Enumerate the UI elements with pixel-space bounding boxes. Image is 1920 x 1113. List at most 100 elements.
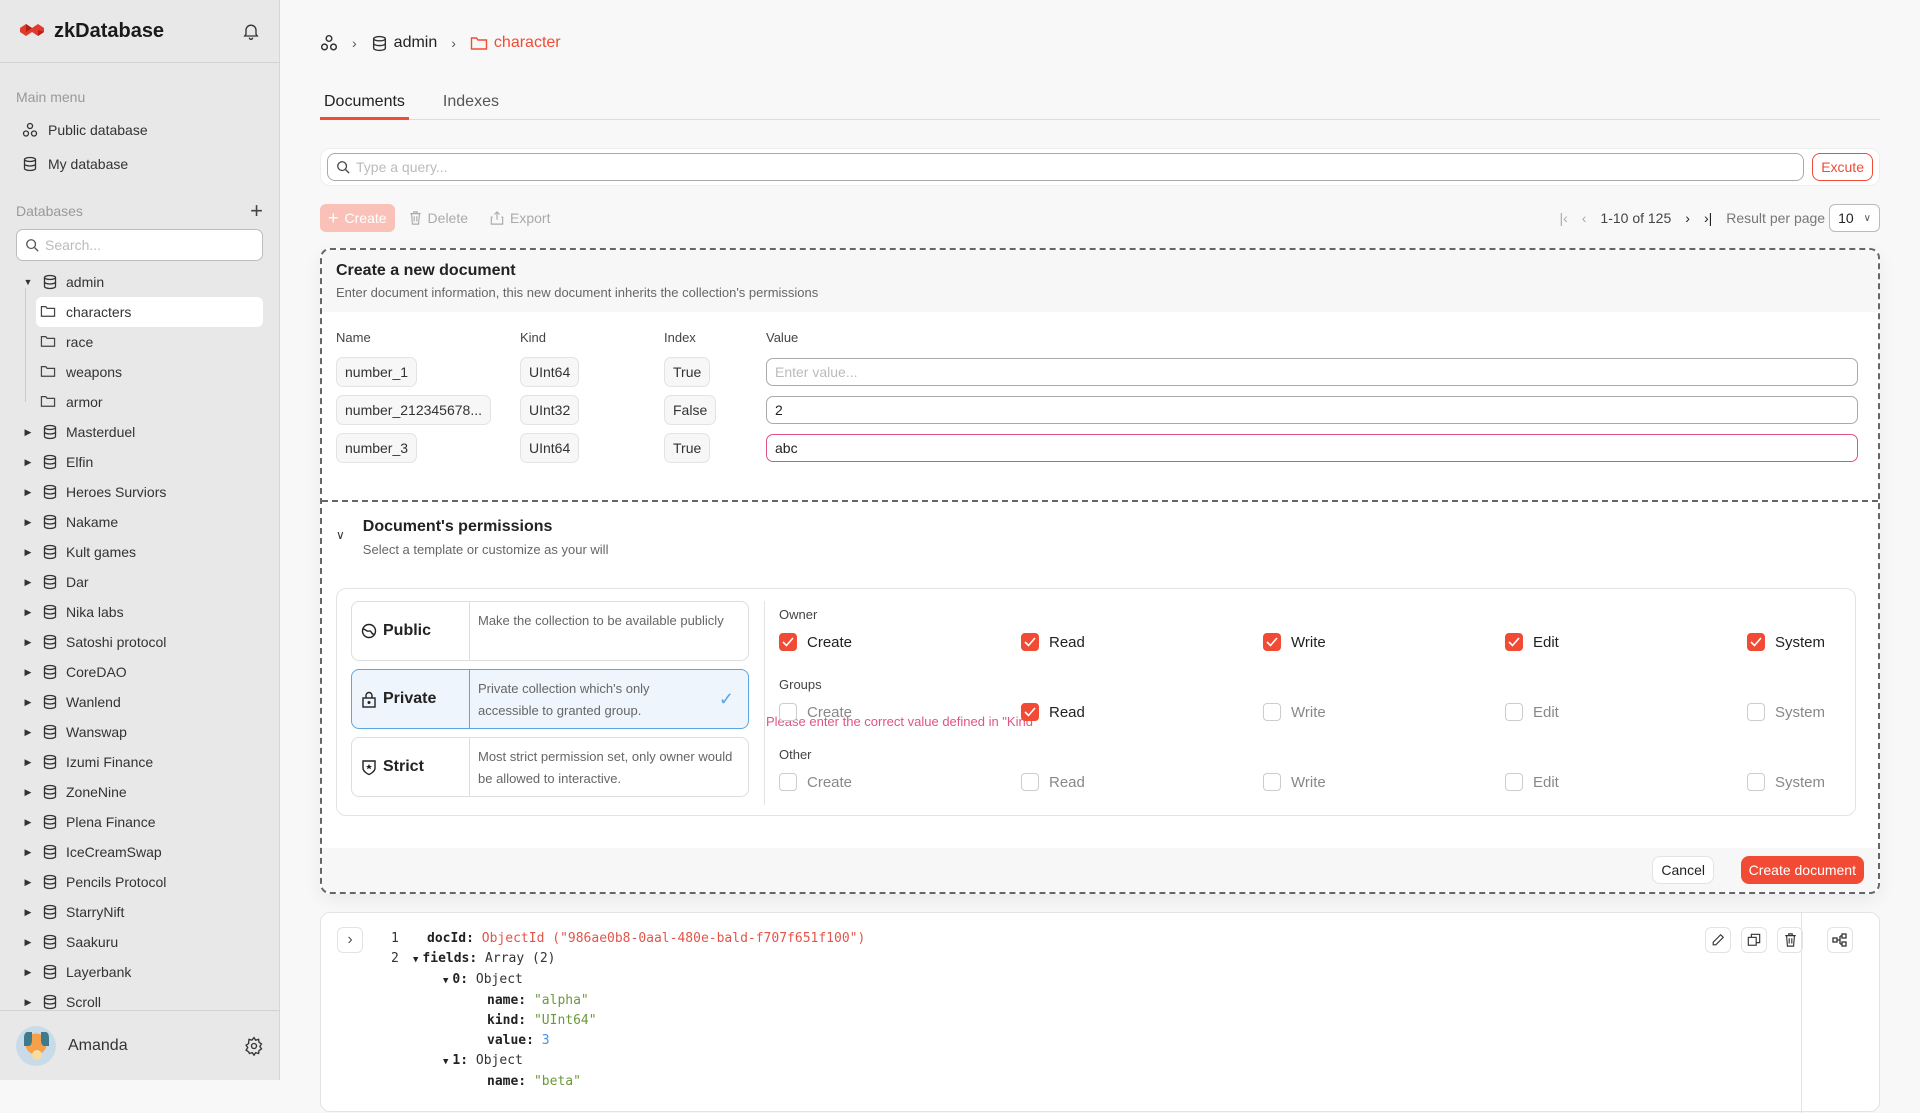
caret-right-icon[interactable]: ▶: [18, 727, 38, 738]
tab-indexes[interactable]: Indexes: [439, 88, 503, 120]
expand-document-button[interactable]: ›: [337, 927, 363, 953]
permission-checkbox[interactable]: Create: [779, 633, 852, 651]
last-page-icon[interactable]: ›|: [1704, 210, 1712, 226]
caret-right-icon[interactable]: ▶: [18, 637, 38, 648]
field-value-input[interactable]: abc: [766, 434, 1858, 462]
checkbox[interactable]: [779, 633, 797, 651]
permission-checkbox[interactable]: Create: [779, 703, 852, 721]
tree-database-item[interactable]: ▶ Nakame: [0, 507, 279, 537]
checkbox[interactable]: [1021, 773, 1039, 791]
template-option-strict[interactable]: Strict Most strict permission set, only o…: [351, 737, 749, 797]
field-value-input[interactable]: Enter value...: [766, 358, 1858, 386]
caret-right-icon[interactable]: ▶: [18, 997, 38, 1008]
tree-collection-item[interactable]: armor: [36, 387, 279, 417]
tree-database-item[interactable]: ▶ Satoshi protocol: [0, 627, 279, 657]
caret-down-icon[interactable]: ▼: [443, 976, 448, 986]
permission-checkbox[interactable]: System: [1747, 633, 1825, 651]
checkbox[interactable]: [1021, 703, 1039, 721]
caret-down-icon[interactable]: ▼: [413, 955, 418, 965]
caret-right-icon[interactable]: ▶: [18, 967, 38, 978]
menu-item-my-database[interactable]: My database: [0, 147, 279, 181]
checkbox[interactable]: [1505, 703, 1523, 721]
checkbox[interactable]: [1263, 773, 1281, 791]
tree-database-item[interactable]: ▶ IceCreamSwap: [0, 837, 279, 867]
permission-checkbox[interactable]: Read: [1021, 633, 1085, 651]
bell-icon[interactable]: [241, 21, 261, 41]
tab-documents[interactable]: Documents: [320, 88, 409, 120]
breadcrumb-home[interactable]: [320, 34, 338, 52]
caret-right-icon[interactable]: ▶: [18, 907, 38, 918]
tree-view-button[interactable]: [1827, 927, 1853, 953]
prev-page-icon[interactable]: ‹: [1582, 210, 1587, 226]
checkbox[interactable]: [1263, 633, 1281, 651]
tree-database-item[interactable]: ▶ Masterduel: [0, 417, 279, 447]
database-search-input[interactable]: Search...: [16, 229, 263, 261]
caret-right-icon[interactable]: ▶: [18, 607, 38, 618]
settings-gear-icon[interactable]: [244, 1036, 264, 1056]
tree-database-item[interactable]: ▶ Layerbank: [0, 957, 279, 987]
breadcrumb-collection[interactable]: character: [470, 34, 561, 52]
tree-database-item[interactable]: ▼ admin: [0, 267, 279, 297]
tree-database-item[interactable]: ▶ Wanswap: [0, 717, 279, 747]
checkbox[interactable]: [779, 703, 797, 721]
next-page-icon[interactable]: ›: [1685, 210, 1690, 226]
template-option-private[interactable]: Private Private collection which's only a…: [351, 669, 749, 729]
delete-document-button[interactable]: [1777, 927, 1803, 953]
breadcrumb-database[interactable]: admin: [371, 34, 437, 52]
checkbox[interactable]: [779, 773, 797, 791]
tree-collection-item[interactable]: weapons: [36, 357, 279, 387]
per-page-select[interactable]: 10 ∨: [1829, 204, 1880, 232]
tree-database-item[interactable]: ▶ Nika labs: [0, 597, 279, 627]
tree-database-item[interactable]: ▶ Plena Finance: [0, 807, 279, 837]
caret-right-icon[interactable]: ▶: [18, 757, 38, 768]
tree-database-item[interactable]: ▶ Elfin: [0, 447, 279, 477]
logo[interactable]: zkDatabase: [18, 20, 164, 43]
create-document-button[interactable]: Create document: [1740, 856, 1864, 884]
caret-right-icon[interactable]: ▶: [18, 487, 38, 498]
query-input[interactable]: Type a query...: [327, 153, 1805, 181]
tree-database-item[interactable]: ▶ Pencils Protocol: [0, 867, 279, 897]
permission-checkbox[interactable]: System: [1747, 773, 1825, 791]
checkbox[interactable]: [1505, 773, 1523, 791]
caret-right-icon[interactable]: ▶: [18, 427, 38, 438]
tree-collection-item[interactable]: characters: [36, 297, 263, 327]
tree-database-item[interactable]: ▶ StarryNift: [0, 897, 279, 927]
duplicate-button[interactable]: [1741, 927, 1767, 953]
checkbox[interactable]: [1747, 703, 1765, 721]
create-button[interactable]: + Create: [320, 204, 395, 232]
checkbox[interactable]: [1747, 633, 1765, 651]
caret-right-icon[interactable]: ▶: [18, 817, 38, 828]
execute-button[interactable]: Excute: [1812, 153, 1873, 181]
cancel-button[interactable]: Cancel: [1652, 856, 1714, 884]
add-database-icon[interactable]: +: [250, 200, 263, 222]
checkbox[interactable]: [1263, 703, 1281, 721]
permission-checkbox[interactable]: Create: [779, 773, 852, 791]
permissions-header[interactable]: ∨ Document's permissions Select a templa…: [336, 518, 608, 557]
caret-right-icon[interactable]: ▶: [18, 667, 38, 678]
tree-database-item[interactable]: ▶ Dar: [0, 567, 279, 597]
template-option-public[interactable]: Public Make the collection to be availabl…: [351, 601, 749, 661]
permission-checkbox[interactable]: Read: [1021, 703, 1085, 721]
caret-right-icon[interactable]: ▶: [18, 877, 38, 888]
permission-checkbox[interactable]: Edit: [1505, 773, 1559, 791]
permission-checkbox[interactable]: System: [1747, 703, 1825, 721]
tree-database-item[interactable]: ▶ Heroes Surviors: [0, 477, 279, 507]
checkbox[interactable]: [1747, 773, 1765, 791]
tree-database-item[interactable]: ▶ Izumi Finance: [0, 747, 279, 777]
permission-checkbox[interactable]: Edit: [1505, 633, 1559, 651]
caret-right-icon[interactable]: ▶: [18, 847, 38, 858]
tree-collection-item[interactable]: race: [36, 327, 279, 357]
field-value-input[interactable]: 2: [766, 396, 1858, 424]
delete-button[interactable]: Delete: [401, 204, 476, 232]
tree-database-item[interactable]: ▶ Wanlend: [0, 687, 279, 717]
permission-checkbox[interactable]: Write: [1263, 633, 1326, 651]
caret-down-icon[interactable]: ▼: [443, 1057, 448, 1067]
first-page-icon[interactable]: |‹: [1559, 210, 1567, 226]
tree-database-item[interactable]: ▶ Saakuru: [0, 927, 279, 957]
caret-right-icon[interactable]: ▶: [18, 697, 38, 708]
edit-button[interactable]: [1705, 927, 1731, 953]
permission-checkbox[interactable]: Read: [1021, 773, 1085, 791]
tree-database-item[interactable]: ▶ CoreDAO: [0, 657, 279, 687]
caret-down-icon[interactable]: ▼: [18, 277, 38, 287]
caret-right-icon[interactable]: ▶: [18, 457, 38, 468]
